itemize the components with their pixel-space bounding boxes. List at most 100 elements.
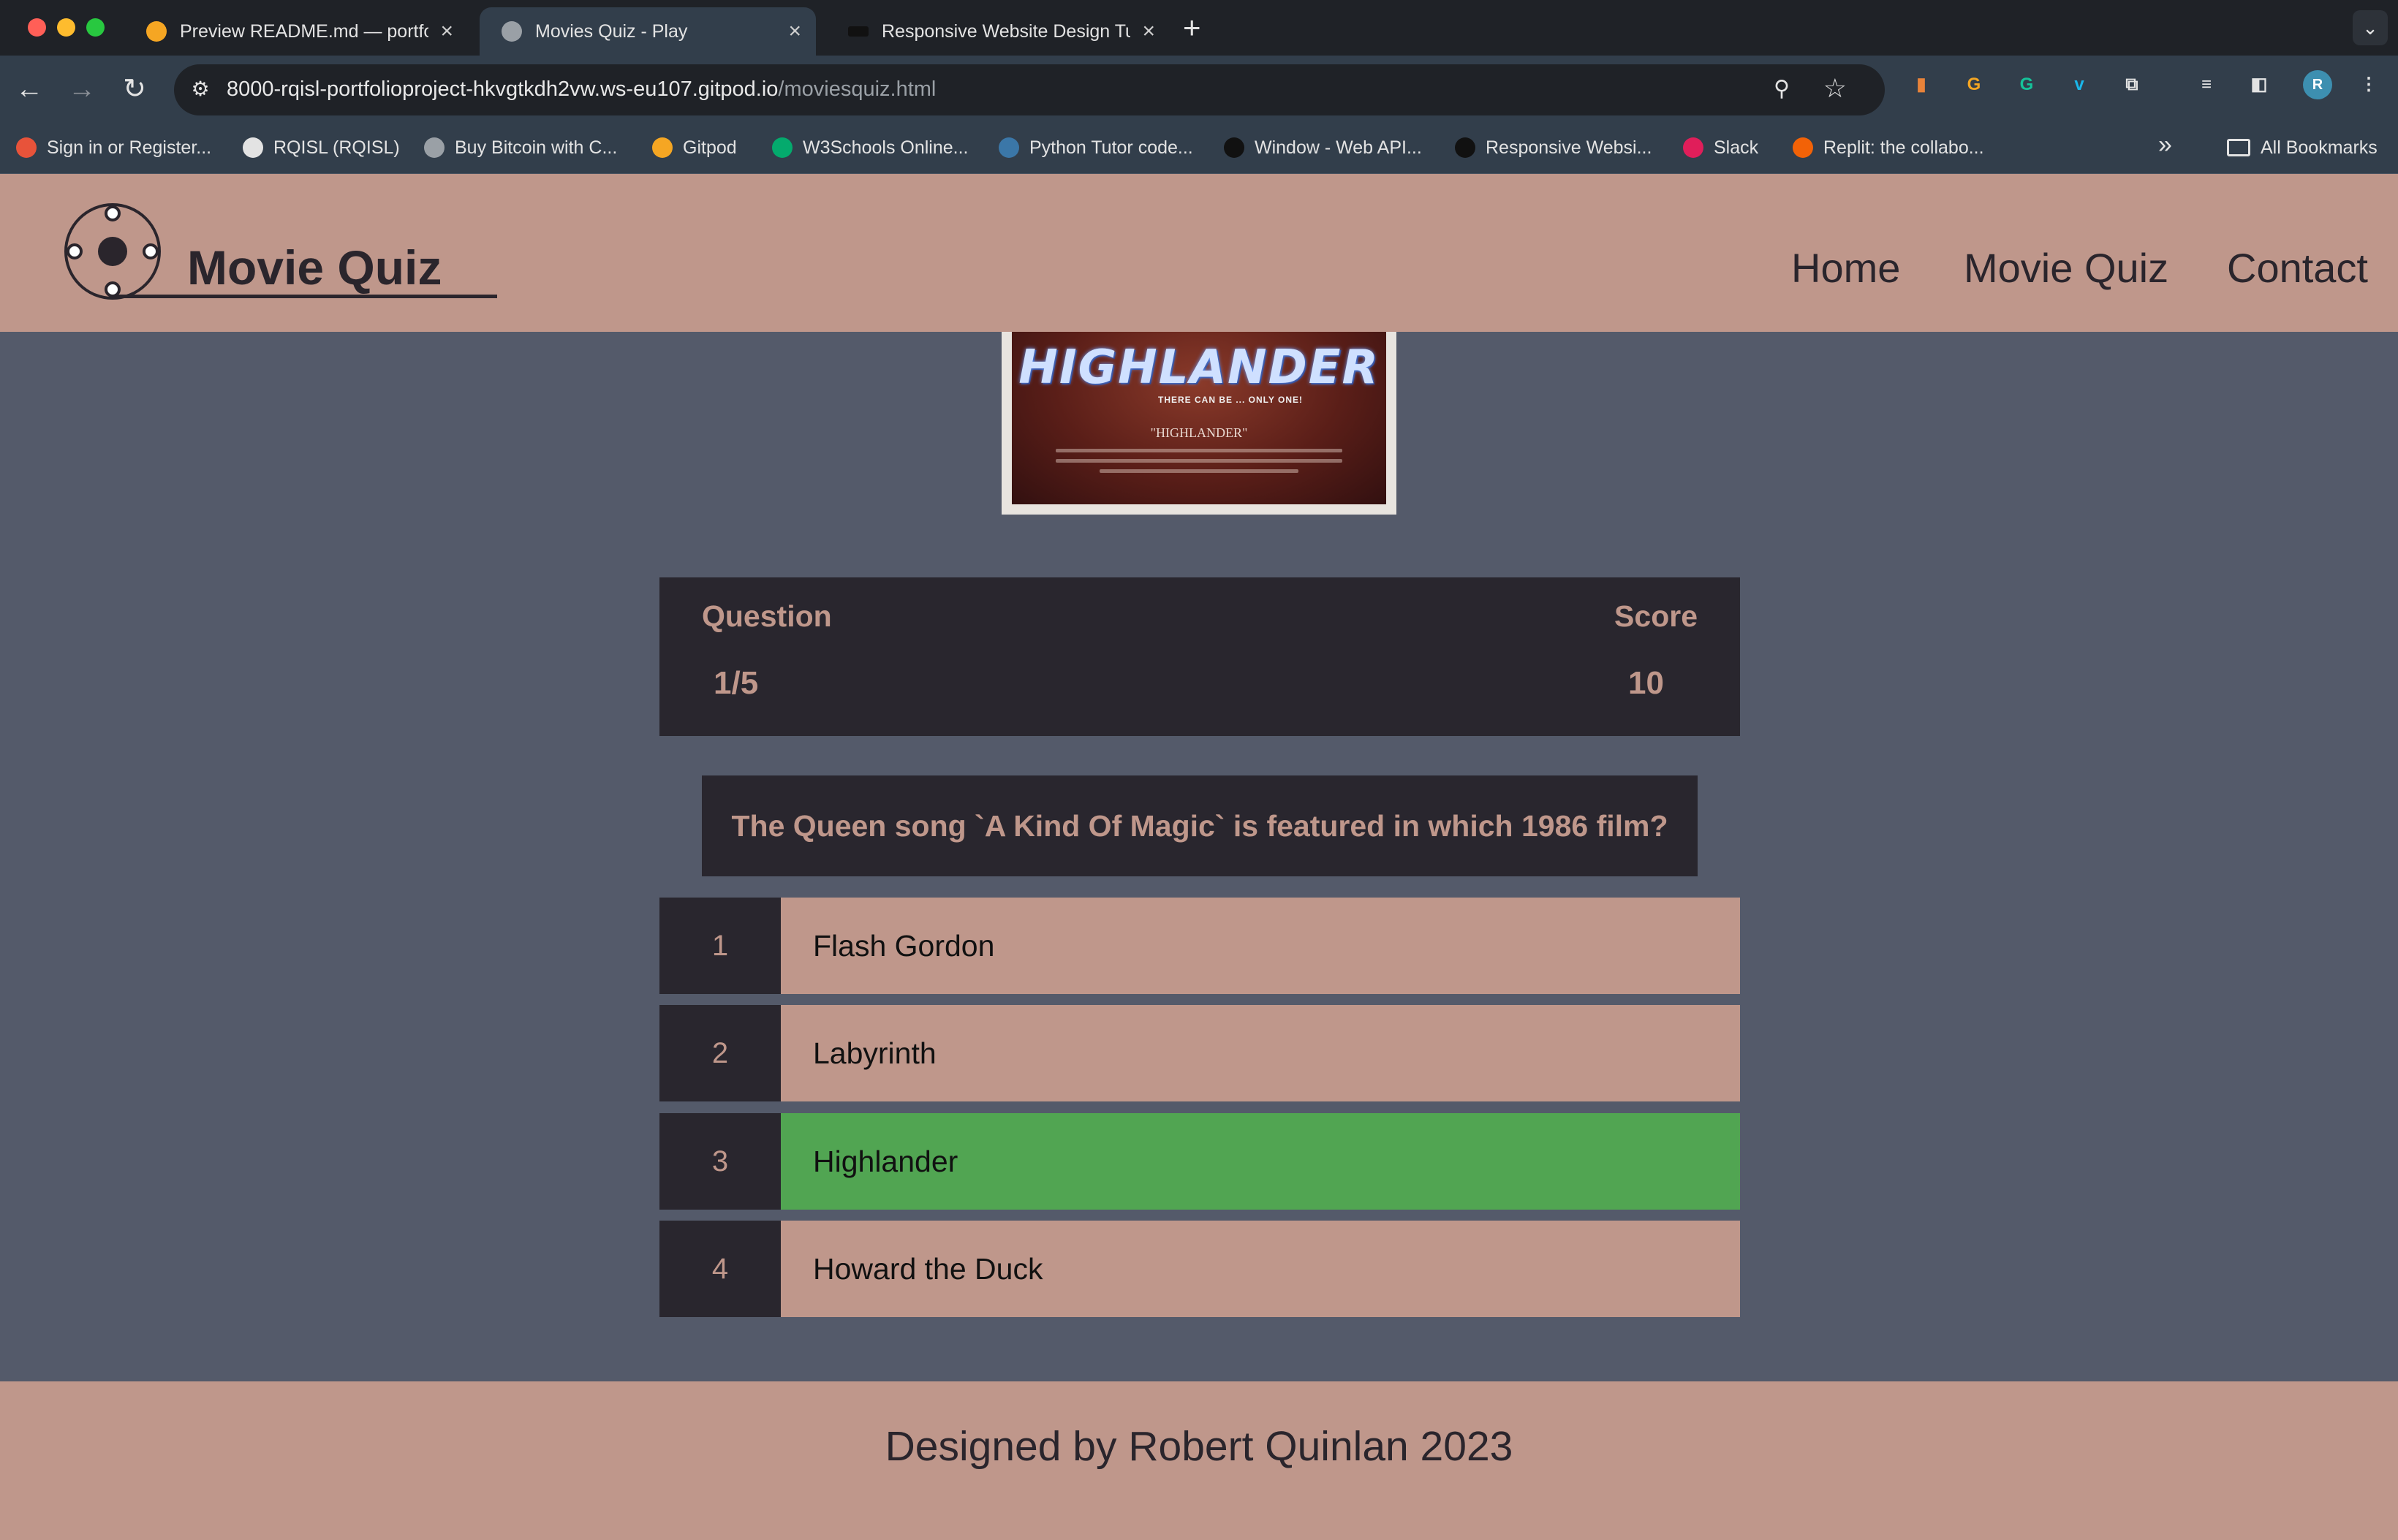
choice-prefix: 3 — [659, 1113, 781, 1210]
question-counter-value: 1/5 — [714, 665, 759, 701]
score-label: Score — [1614, 599, 1698, 633]
close-tab-icon[interactable]: × — [440, 19, 453, 44]
url-path: /moviesquiz.html — [778, 77, 937, 101]
minimize-window-button[interactable] — [57, 18, 75, 37]
maximize-window-button[interactable] — [86, 18, 105, 37]
bookmark-item[interactable]: Gitpod — [652, 133, 737, 162]
close-window-button[interactable] — [28, 18, 46, 37]
bookmark-favicon-icon — [1455, 137, 1475, 158]
poster-credits-line — [1056, 449, 1342, 452]
browser-tab-bar: Preview README.md — portfolio × Movies Q… — [0, 0, 2398, 56]
reload-button[interactable]: ↻ — [116, 70, 154, 108]
bookmark-item[interactable]: Replit: the collabo... — [1793, 133, 1984, 162]
url-text[interactable]: 8000-rqisl-portfolioproject-hkvgtkdh2vw.… — [227, 77, 936, 102]
browser-tab-responsive[interactable]: Responsive Website Design Tutorial × — [826, 7, 1170, 56]
choice-prefix: 2 — [659, 1005, 781, 1101]
bookmark-label: RQISL (RQISL) — [273, 137, 400, 158]
poster-subtitle: "HIGHLANDER" — [1150, 425, 1248, 440]
all-bookmarks-label: All Bookmarks — [2261, 137, 2378, 158]
all-bookmarks-button[interactable]: All Bookmarks — [2227, 133, 2378, 162]
score-value: 10 — [1628, 665, 1664, 701]
question-text: The Queen song `A Kind Of Magic` is feat… — [702, 775, 1698, 876]
back-button[interactable]: ← — [10, 70, 48, 108]
poster-tagline: THERE CAN BE ... ONLY ONE! — [1158, 395, 1304, 405]
bookmark-label: Python Tutor code... — [1029, 137, 1193, 158]
bookmark-item[interactable]: Sign in or Register... — [16, 133, 211, 162]
close-tab-icon[interactable]: × — [788, 19, 801, 44]
bookmark-favicon-icon — [772, 137, 793, 158]
profile-avatar[interactable]: R — [2303, 70, 2332, 99]
poster-title: HIGHLANDER — [1018, 341, 1380, 395]
address-bar[interactable]: ⚙ 8000-rqisl-portfolioproject-hkvgtkdh2v… — [174, 64, 1885, 115]
bookmarks-bar: Sign in or Register... RQISL (RQISL) Buy B… — [0, 123, 2398, 174]
more-bookmarks-icon: » — [2158, 130, 2172, 159]
close-tab-icon[interactable]: × — [1142, 19, 1155, 44]
quiz-hud: Question 1/5 Score 10 — [659, 577, 1740, 736]
poster-credits-line — [1100, 469, 1298, 473]
bookmark-label: Sign in or Register... — [47, 137, 212, 158]
choice-container[interactable]: 2 Labyrinth — [659, 1005, 1740, 1101]
choice-container-correct[interactable]: 3 Highlander — [659, 1113, 1740, 1210]
zoom-icon[interactable]: ⚲ — [1774, 76, 1790, 102]
side-panel-icon[interactable]: ◧ — [2244, 70, 2274, 99]
new-tab-button[interactable]: + — [1183, 10, 1201, 45]
tab-search-button[interactable]: ⌄ — [2353, 10, 2388, 45]
tab-title: Movies Quiz - Play — [535, 20, 688, 42]
browser-tab-readme[interactable]: Preview README.md — portfolio × — [124, 7, 468, 56]
nav-link-contact[interactable]: Contact — [2227, 244, 2368, 292]
puzzle-extensions-icon[interactable]: ⧉ — [2117, 70, 2147, 99]
bookmark-label: Gitpod — [683, 137, 737, 158]
grammarly-icon[interactable]: G — [2012, 70, 2041, 99]
more-bookmarks-button[interactable]: » — [2158, 130, 2172, 159]
gitpod-favicon-icon — [146, 21, 167, 42]
tab-title: Responsive Website Design Tutorial — [882, 20, 1131, 42]
movie-poster: HIGHLANDER THERE CAN BE ... ONLY ONE! "H… — [1002, 332, 1396, 515]
extension-icon[interactable]: G — [1959, 70, 1989, 99]
nav-link-home[interactable]: Home — [1791, 244, 1900, 292]
footer-credit: Designed by Robert Quinlan 2023 — [885, 1423, 1513, 1470]
bookmark-item[interactable]: Buy Bitcoin with C... — [424, 133, 617, 162]
bookmark-item[interactable]: Window - Web API... — [1224, 133, 1422, 162]
choice-text[interactable]: Howard the Duck — [813, 1221, 1043, 1317]
nav-link-movie-quiz[interactable]: Movie Quiz — [1964, 244, 2168, 292]
site-header: Movie Quiz Home Movie Quiz Contact — [0, 174, 2398, 332]
site-brand[interactable]: Movie Quiz — [187, 240, 442, 295]
bookmark-label: Window - Web API... — [1255, 137, 1422, 158]
url-host: 8000-rqisl-portfolioproject-hkvgtkdh2vw.… — [227, 77, 779, 101]
bookmark-item[interactable]: RQISL (RQISL) — [243, 133, 400, 162]
bookmark-item[interactable]: Slack — [1683, 133, 1758, 162]
choice-text[interactable]: Labyrinth — [813, 1005, 937, 1101]
bookmark-item[interactable]: W3Schools Online... — [772, 133, 969, 162]
choice-container[interactable]: 4 Howard the Duck — [659, 1221, 1740, 1317]
site-footer: Designed by Robert Quinlan 2023 — [0, 1381, 2398, 1540]
poster-credits-line — [1056, 459, 1342, 463]
globe-favicon-icon — [502, 21, 522, 42]
choice-text[interactable]: Highlander — [813, 1113, 958, 1210]
media-controls-icon[interactable]: ≡ — [2192, 70, 2221, 99]
folder-icon — [2227, 139, 2250, 156]
choice-prefix: 4 — [659, 1221, 781, 1317]
choice-text[interactable]: Flash Gordon — [813, 898, 994, 994]
browser-tab-movies-quiz[interactable]: Movies Quiz - Play × — [480, 7, 816, 56]
poster-image: HIGHLANDER THERE CAN BE ... ONLY ONE! "H… — [1012, 332, 1386, 504]
bookmark-label: Slack — [1714, 137, 1759, 158]
site-settings-icon[interactable]: ⚙ — [187, 76, 213, 102]
question-counter-label: Question — [702, 599, 832, 633]
vimeo-icon[interactable]: v — [2065, 70, 2094, 99]
bookmark-star-icon[interactable]: ☆ — [1823, 73, 1847, 104]
choice-prefix: 1 — [659, 898, 781, 994]
bookmark-label: Replit: the collabo... — [1823, 137, 1984, 158]
menu-kebab-icon[interactable]: ⋮ — [2354, 70, 2383, 99]
bookmark-favicon-icon — [1224, 137, 1244, 158]
choice-container[interactable]: 1 Flash Gordon — [659, 898, 1740, 994]
bookmark-favicon-icon — [999, 137, 1019, 158]
bookmark-label: Responsive Websi... — [1486, 137, 1652, 158]
extension-icon[interactable]: ▮ — [1907, 70, 1936, 99]
bookmark-label: W3Schools Online... — [803, 137, 969, 158]
bookmark-favicon-icon — [652, 137, 673, 158]
forward-button[interactable]: → — [63, 70, 101, 108]
bookmark-item[interactable]: Responsive Websi... — [1455, 133, 1652, 162]
bookmark-item[interactable]: Python Tutor code... — [999, 133, 1193, 162]
browser-toolbar: ← → ↻ ⚙ 8000-rqisl-portfolioproject-hkvg… — [0, 56, 2398, 123]
bookmark-favicon-icon — [424, 137, 445, 158]
